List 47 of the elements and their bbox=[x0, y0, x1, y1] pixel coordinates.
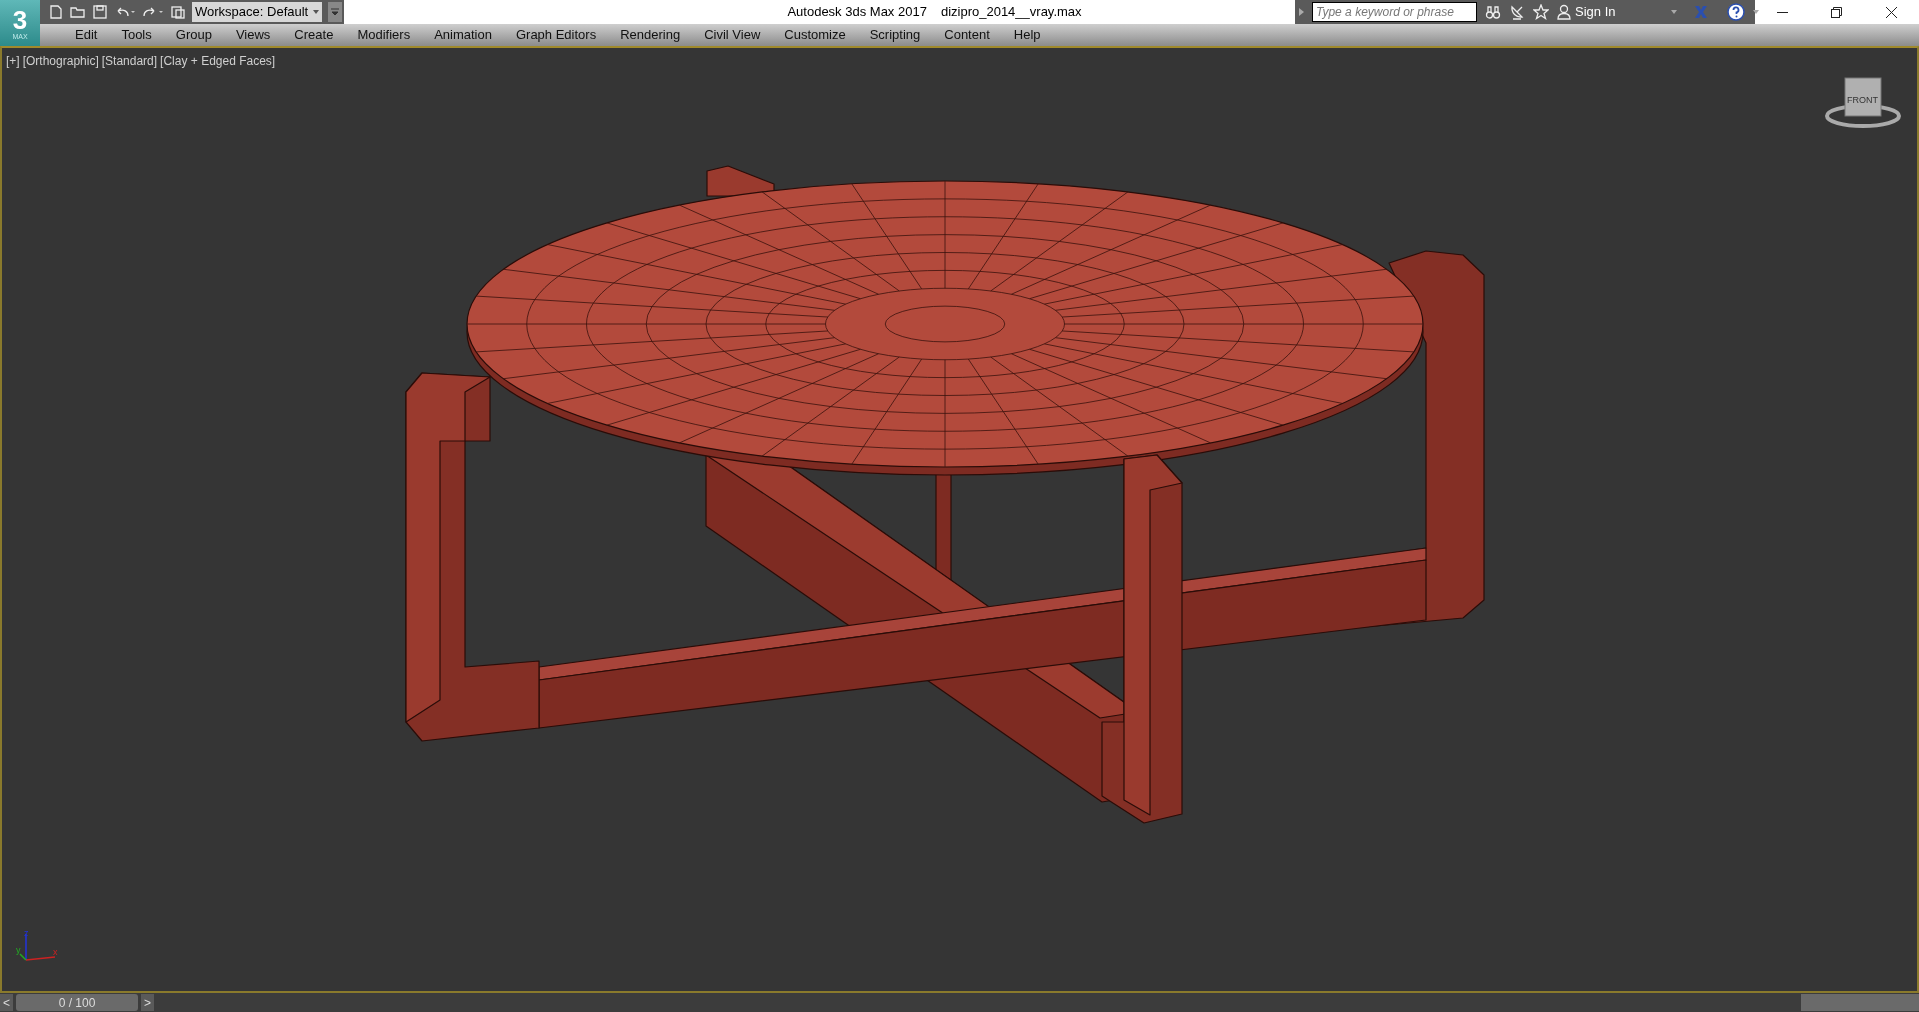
satellite-dish-icon[interactable] bbox=[1509, 4, 1525, 20]
customize-toolbar-icon[interactable] bbox=[328, 2, 342, 22]
axis-label: y bbox=[16, 945, 21, 955]
file-name: dizipro_2014__vray.max bbox=[940, 3, 1082, 22]
user-icon[interactable] bbox=[1557, 4, 1571, 20]
menu-item[interactable]: Scripting bbox=[858, 24, 932, 46]
menu-item[interactable]: Edit bbox=[64, 24, 109, 46]
viewport[interactable]: [+] [Orthographic] [Standard] [Clay + Edged Faces] FRONT z y x bbox=[0, 46, 1919, 993]
dropdown-caret-icon[interactable] bbox=[313, 10, 319, 14]
previous-frame-button[interactable]: < bbox=[0, 994, 13, 1011]
menu-item[interactable]: Animation bbox=[423, 24, 503, 46]
sign-in-button[interactable]: Sign In bbox=[1557, 2, 1616, 22]
axis-label: x bbox=[53, 947, 58, 957]
axis-label: z bbox=[24, 928, 29, 938]
workspace-dropdown[interactable]: Workspace: Default bbox=[192, 2, 322, 22]
save-icon[interactable] bbox=[92, 4, 108, 20]
menu-item[interactable]: Create bbox=[283, 24, 345, 46]
time-slider-thumb[interactable]: 0 / 100 bbox=[16, 994, 138, 1011]
dropdown-caret-icon[interactable] bbox=[1671, 10, 1678, 14]
new-file-icon[interactable] bbox=[48, 4, 64, 20]
viewport-label[interactable]: [Standard] bbox=[101, 52, 158, 70]
next-frame-button[interactable]: > bbox=[141, 994, 154, 1011]
menu-item[interactable]: Views bbox=[224, 24, 282, 46]
menu-item[interactable]: Rendering bbox=[609, 24, 692, 46]
help-caret-icon[interactable] bbox=[1753, 10, 1760, 14]
viewport-label[interactable]: [Orthographic] bbox=[22, 52, 99, 70]
menu-item[interactable]: Civil View bbox=[693, 24, 772, 46]
menu-item[interactable]: Graph Editors bbox=[504, 24, 608, 46]
search-field[interactable]: Type a keyword or phrase bbox=[1312, 2, 1477, 22]
star-icon[interactable] bbox=[1533, 4, 1549, 20]
project-folder-icon[interactable] bbox=[170, 4, 186, 20]
window-title: Autodesk 3ds Max 2017 bbox=[787, 3, 927, 22]
expand-arrow-icon[interactable] bbox=[1299, 8, 1304, 16]
viewport-label[interactable]: [+] bbox=[6, 52, 20, 70]
axis-gizmo-icon bbox=[19, 933, 56, 961]
open-folder-icon[interactable] bbox=[70, 4, 86, 20]
binoculars-icon[interactable] bbox=[1485, 4, 1501, 20]
menu-item[interactable]: Customize bbox=[773, 24, 857, 46]
menu-item[interactable]: Tools bbox=[110, 24, 163, 46]
help-icon[interactable] bbox=[1727, 3, 1746, 21]
viewport-label[interactable]: [Clay + Edged Faces] bbox=[160, 52, 276, 70]
close-icon[interactable] bbox=[1886, 6, 1898, 18]
menu-item[interactable]: Content bbox=[933, 24, 1001, 46]
restore-icon[interactable] bbox=[1831, 6, 1843, 18]
menu-item[interactable]: Help bbox=[1002, 24, 1052, 46]
menu-item[interactable]: Modifiers bbox=[346, 24, 422, 46]
menu-item[interactable]: Group bbox=[164, 24, 223, 46]
